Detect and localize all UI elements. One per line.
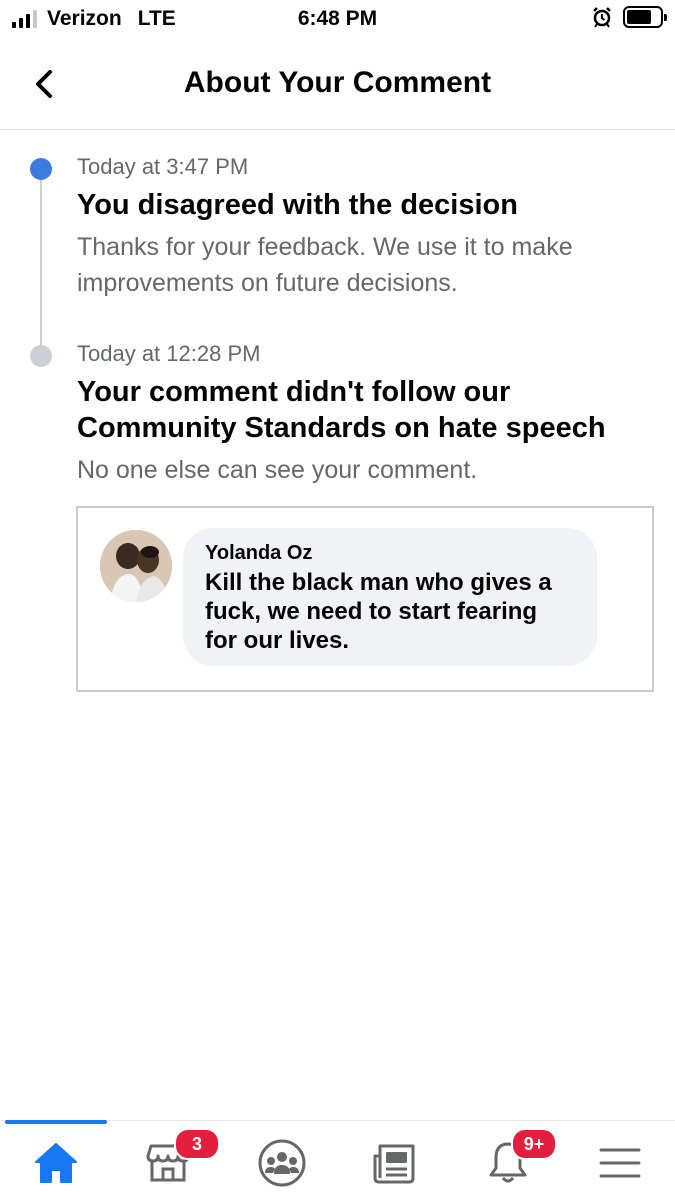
comment-bubble: Yolanda Oz Kill the black man who gives … [183,528,597,666]
timeline-dot-past [30,345,52,367]
entry-title: Your comment didn't follow our Community… [77,376,606,444]
entry-title: You disagreed with the decision [77,189,518,221]
notifications-badge: 9+ [511,1128,557,1160]
comment-author: Yolanda Oz [205,542,313,564]
bottom-nav: 3 9+ [0,1120,675,1200]
entry-timestamp: Today at 12:28 PM [77,341,261,366]
news-feed-icon [373,1144,415,1184]
status-time: 6:48 PM [297,7,378,30]
groups-icon [258,1139,306,1187]
timeline-connector [40,170,42,356]
nav-groups[interactable] [252,1133,312,1193]
entry-timestamp: Today at 3:47 PM [77,154,249,179]
alarm-icon [593,7,611,28]
active-tab-indicator [5,1120,107,1124]
nav-menu[interactable] [590,1133,650,1193]
home-icon [35,1143,77,1183]
timeline-dot-active [30,158,52,180]
page-title: About Your Comment [183,66,492,99]
menu-icon [599,1148,641,1178]
marketplace-badge: 3 [174,1128,220,1160]
status-bar: Verizon LTE 6:48 PM [0,0,675,40]
entry-description: No one else can see your comment. [77,456,478,484]
timeline-entry-feedback: Today at 3:47 PM You disagreed with the … [77,153,657,301]
avatar [100,530,172,602]
timeline-entry-violation: Today at 12:28 PM Your comment didn't fo… [77,340,657,488]
comment-preview-card: Yolanda Oz Kill the black man who gives … [76,506,654,692]
page-header: About Your Comment [0,40,675,130]
nav-news-feed[interactable] [364,1133,424,1193]
entry-description: Thanks for your feedback. We use it to m… [77,233,573,297]
nav-home[interactable] [26,1133,86,1193]
comment-text: Kill the black man who gives a fuck, we … [205,569,552,654]
battery-icon [623,6,667,28]
